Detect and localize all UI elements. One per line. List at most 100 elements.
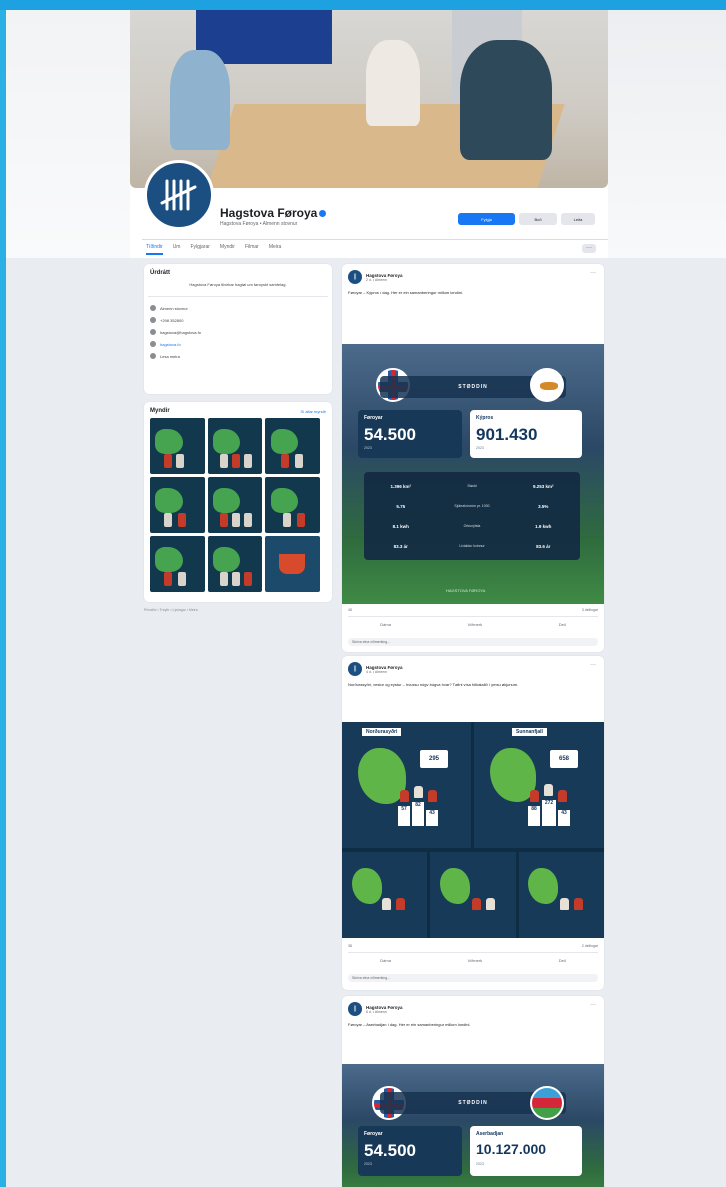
tab-photos[interactable]: Myndir bbox=[220, 244, 235, 255]
share-count[interactable]: 3 deilingar bbox=[582, 608, 598, 612]
tab-about[interactable]: Um bbox=[173, 244, 181, 255]
figure bbox=[176, 454, 184, 468]
post-image[interactable]: STØDDIN Føroyar 54.500 2023 Kýpros 901.4… bbox=[342, 344, 604, 604]
reaction-count[interactable]: 45 bbox=[348, 608, 352, 612]
comment-input[interactable]: Skriva eina viðmerking... bbox=[348, 638, 598, 646]
post-menu-icon[interactable]: ··· bbox=[590, 662, 596, 668]
see-all-photos-link[interactable]: Sí allar myndir bbox=[300, 409, 326, 414]
stat-label: Stødd bbox=[467, 484, 477, 488]
cover-photo[interactable] bbox=[130, 10, 608, 188]
photo-thumb[interactable] bbox=[265, 477, 320, 533]
share-button[interactable]: Deil bbox=[559, 958, 566, 963]
stat-right: 9.253 km² bbox=[533, 483, 554, 489]
flag-island bbox=[540, 382, 558, 390]
footer-links[interactable]: Privatlív • Treytir • Lýsingar • Meira bbox=[144, 608, 324, 613]
post-time[interactable]: 4 d. • Almenn bbox=[366, 670, 403, 674]
post-image[interactable]: STØDDIN Føroyar 54.500 2023 Aserbadjan 1… bbox=[342, 1064, 604, 1187]
photos-title: Myndir bbox=[150, 408, 170, 414]
intro-title: Úrdrátt bbox=[150, 270, 171, 276]
info-icon bbox=[150, 305, 156, 311]
person-right bbox=[460, 40, 552, 160]
info-website[interactable]: hagstova.fo bbox=[150, 338, 201, 350]
map-shape bbox=[213, 488, 241, 514]
post-menu-icon[interactable]: ··· bbox=[590, 1002, 596, 1008]
search-button[interactable]: Leita bbox=[561, 213, 595, 225]
top-accent-bar bbox=[0, 0, 726, 10]
map-shape bbox=[213, 547, 241, 573]
comment-button[interactable]: Viðmerk bbox=[468, 622, 483, 627]
stat-label: Sjúkrahúsrúm pr. 1000 bbox=[454, 504, 490, 508]
figure bbox=[231, 513, 240, 527]
post-avatar[interactable]: || bbox=[348, 662, 362, 676]
figure bbox=[243, 572, 252, 586]
post-text: Føroyar – Kýpros í dag. Her er ein saman… bbox=[348, 290, 463, 295]
post-author[interactable]: Hagstova Føroya bbox=[366, 1005, 403, 1010]
map-shape bbox=[155, 429, 183, 455]
podium-value: 43 bbox=[558, 810, 570, 826]
photo-thumb[interactable] bbox=[207, 418, 263, 474]
post-card: || Hagstova Føroya 4 d. • Almenn ··· Nor… bbox=[342, 656, 604, 990]
post-card: || Hagstova Føroya 6 d. • Almenn ··· Før… bbox=[342, 996, 604, 1187]
photo-thumb[interactable] bbox=[150, 536, 205, 592]
share-count[interactable]: 2 deilingar bbox=[582, 944, 598, 948]
post-meta: Hagstova Føroya 4 d. • Almenn bbox=[366, 665, 403, 674]
intro-card: Úrdrátt Hagstova Føroya tilvirkar hagtøl… bbox=[144, 264, 332, 394]
child-figure bbox=[396, 898, 405, 910]
comment-input[interactable]: Skriva eina viðmerking... bbox=[348, 974, 598, 982]
tab-videos[interactable]: Filmar bbox=[245, 244, 259, 255]
figure bbox=[178, 513, 186, 527]
stat-right: 1.9 kwh bbox=[535, 523, 552, 529]
map-title: Sunnanfjall bbox=[512, 728, 547, 736]
like-button[interactable]: Dáma bbox=[380, 622, 391, 627]
map-total: 658 bbox=[550, 750, 578, 768]
star-icon bbox=[150, 353, 156, 359]
child-figure bbox=[400, 790, 409, 802]
cyprus-pop-year: 2023 bbox=[476, 446, 484, 450]
child-figure bbox=[560, 898, 569, 910]
phone-icon bbox=[150, 317, 156, 323]
child-figure bbox=[558, 790, 567, 802]
post-author[interactable]: Hagstova Føroya bbox=[366, 273, 403, 278]
post-time[interactable]: 2 d. • Almenn bbox=[366, 278, 403, 282]
post-header: || Hagstova Føroya 6 d. • Almenn bbox=[348, 1002, 403, 1016]
info-email[interactable]: hagstova@hagstova.fo bbox=[150, 326, 201, 338]
tab-followers[interactable]: Fylgjarar bbox=[190, 244, 209, 255]
tab-posts[interactable]: Tíðindir bbox=[146, 244, 163, 255]
photo-thumb[interactable] bbox=[207, 536, 263, 592]
message-button[interactable]: Boð bbox=[519, 213, 557, 225]
stat-right: 3.5% bbox=[538, 503, 549, 509]
page-name: Hagstova Føroya bbox=[220, 206, 318, 220]
photo-thumb[interactable] bbox=[150, 477, 205, 533]
faroe-pop-value: 54.500 bbox=[364, 425, 416, 444]
figure bbox=[231, 572, 240, 586]
more-options-button[interactable]: ··· bbox=[582, 244, 596, 253]
info-more[interactable]: Lesa meira bbox=[150, 350, 201, 362]
child-figure bbox=[530, 790, 539, 802]
photo-thumb[interactable] bbox=[150, 418, 205, 474]
follow-button[interactable]: Fylgja bbox=[458, 213, 515, 225]
cover-side-left bbox=[6, 10, 130, 258]
post-image[interactable]: Norðurasyðri Sunnanfjall 295 658 57 82 4… bbox=[342, 722, 604, 938]
figure bbox=[283, 513, 292, 527]
page-avatar[interactable] bbox=[144, 160, 214, 230]
like-button[interactable]: Dáma bbox=[380, 958, 391, 963]
reaction-count[interactable]: 38 bbox=[348, 944, 352, 948]
child-figure bbox=[486, 898, 495, 910]
post-menu-icon[interactable]: ··· bbox=[590, 270, 596, 276]
intro-rows: Almenn stovnur +298 352800 hagstova@hags… bbox=[150, 302, 201, 362]
photo-thumb[interactable] bbox=[207, 477, 263, 533]
share-button[interactable]: Deil bbox=[559, 622, 566, 627]
post-time[interactable]: 6 d. • Almenn bbox=[366, 1010, 403, 1014]
post-avatar[interactable]: || bbox=[348, 270, 362, 284]
comment-button[interactable]: Viðmerk bbox=[468, 958, 483, 963]
post-avatar[interactable]: || bbox=[348, 1002, 362, 1016]
cyprus-flag-icon bbox=[530, 368, 564, 402]
photo-thumb[interactable] bbox=[265, 418, 320, 474]
photo-thumb[interactable] bbox=[265, 536, 320, 592]
map-shape bbox=[270, 429, 299, 455]
cover-side-right bbox=[608, 10, 726, 258]
faroe-pop-box: Føroyar 54.500 2023 bbox=[358, 410, 462, 458]
info-phone[interactable]: +298 352800 bbox=[150, 314, 201, 326]
tab-more[interactable]: Meira bbox=[269, 244, 282, 255]
post-author[interactable]: Hagstova Føroya bbox=[366, 665, 403, 670]
